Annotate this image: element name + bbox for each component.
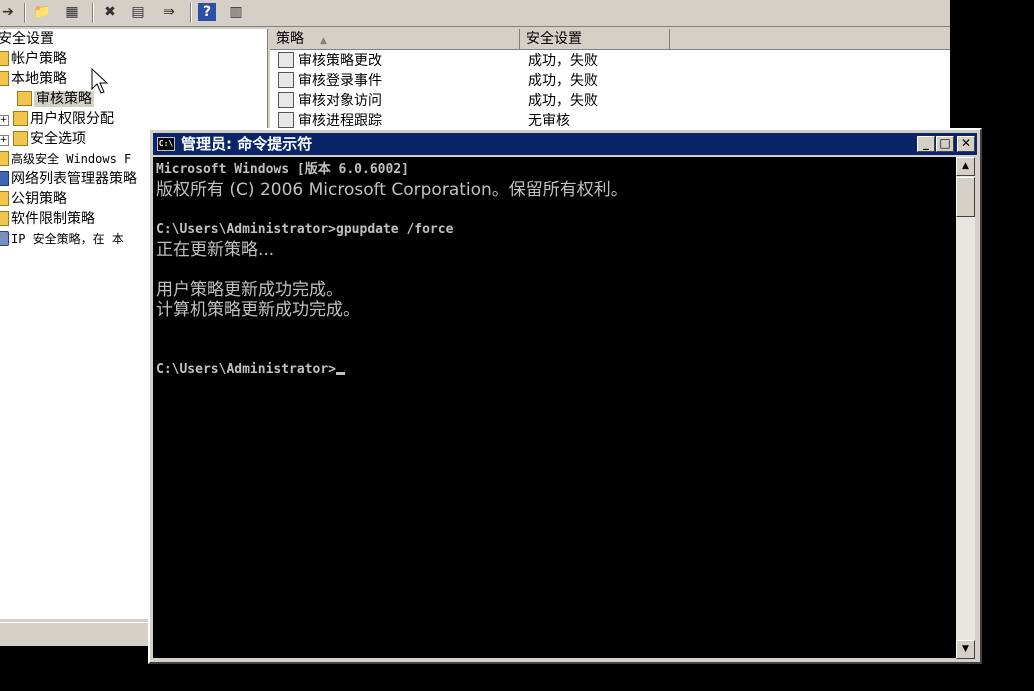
table-row[interactable]: 审核策略更改 成功，失败 [270,51,950,71]
console-line: 正在更新策略... [156,240,275,260]
folder-open-icon [0,71,9,86]
column-header-setting[interactable]: 安全设置 [520,29,670,49]
delete-icon[interactable]: ✖ [100,3,120,21]
console-line: 计算机策略更新成功完成。 [156,300,360,320]
cmd-icon[interactable]: C:\ [157,137,175,151]
console-line: 用户策略更新成功完成。 [156,280,343,300]
ip-security-icon [0,231,9,246]
vertical-scrollbar[interactable]: ▲ ▼ [956,157,975,659]
table-row[interactable]: 审核登录事件 成功，失败 [270,71,950,91]
policy-icon [278,112,294,128]
folder-icon [0,151,9,166]
folder-icon [13,131,28,146]
scroll-down-button[interactable]: ▼ [956,640,975,659]
sort-asc-icon: ▲ [320,36,327,46]
policy-icon [278,72,294,88]
text-cursor [336,372,346,375]
show-hide-tree-icon[interactable]: ▦ [60,3,84,21]
title-bar[interactable]: C:\ 管理员: 命令提示符 _ □ ✕ [153,133,977,155]
tree-item-account-policies[interactable]: 帐户策略 [0,49,67,69]
console-line: C:\Users\Administrator>gpupdate /force [156,222,454,237]
close-button[interactable]: ✕ [957,136,975,152]
tree-item-user-rights[interactable]: + 用户权限分配 [0,109,114,129]
table-row[interactable]: 审核进程跟踪 无审核 [270,111,950,129]
tree-item-audit-policy[interactable]: 审核策略 [17,89,94,109]
export-list-icon[interactable]: ⇛ [158,3,180,21]
folder-icon [0,51,9,66]
console-line: Microsoft Windows [版本 6.0.6002] [156,162,409,177]
console-prompt-line[interactable]: C:\Users\Administrator> [156,360,346,380]
policy-icon [278,52,294,68]
folder-icon [0,211,9,226]
column-header-policy[interactable]: 策略 ▲ [270,29,520,49]
tree-item-network-list[interactable]: 网络列表管理器策略 [0,169,137,189]
command-prompt-window[interactable]: C:\ 管理员: 命令提示符 _ □ ✕ Microsoft Windows [… [148,128,982,664]
tree-item-security-options[interactable]: + 安全选项 [0,129,86,149]
monitor-icon [0,171,9,186]
tree-item-local-policies[interactable]: 本地策略 [0,69,67,89]
prompt-text: C:\Users\Administrator> [156,362,337,377]
properties-icon[interactable]: ▤ [128,3,148,21]
forward-arrow-icon[interactable]: ➔ [0,3,16,21]
policy-icon [278,92,294,108]
table-row[interactable]: 审核对象访问 成功，失败 [270,91,950,111]
tree-item-public-key[interactable]: 公钥策略 [0,189,67,209]
console-output[interactable]: Microsoft Windows [版本 6.0.6002] 版权所有 (C)… [153,157,956,658]
toolbar: ➔ 📁 ▦ ✖ ▤ ⇛ ? ▥ [0,0,950,27]
expand-icon[interactable]: + [0,115,9,126]
tree-item-ip-security[interactable]: IP 安全策略，在 本 [0,229,124,249]
tree-item-software-restriction[interactable]: 软件限制策略 [0,209,95,229]
window-title: 管理员: 命令提示符 [181,135,313,153]
expand-icon[interactable]: + [0,135,9,146]
folder-icon [17,91,32,106]
help-icon[interactable]: ? [198,3,216,21]
tree-item-advanced-firewall[interactable]: 高级安全 Windows F [0,149,131,169]
folder-icon [13,111,28,126]
policy-list: 策略 ▲ 安全设置 审核策略更改 成功，失败 审核登录事件 成功，失败 审核对象访… [270,29,950,129]
minimize-button[interactable]: _ [917,136,935,152]
scroll-thumb[interactable] [956,177,975,217]
folder-icon [0,191,9,206]
column-header-empty [670,29,950,49]
up-folder-icon[interactable]: 📁 [32,3,52,21]
scroll-up-button[interactable]: ▲ [956,157,975,176]
list-header: 策略 ▲ 安全设置 [270,29,950,50]
console-line: 版权所有 (C) 2006 Microsoft Corporation。保留所有… [156,180,628,200]
maximize-button[interactable]: □ [936,136,954,152]
mouse-cursor-icon [91,67,109,94]
tree-item-security-settings[interactable]: 安全设置 [0,29,54,49]
action-pane-icon[interactable]: ▥ [226,3,246,21]
